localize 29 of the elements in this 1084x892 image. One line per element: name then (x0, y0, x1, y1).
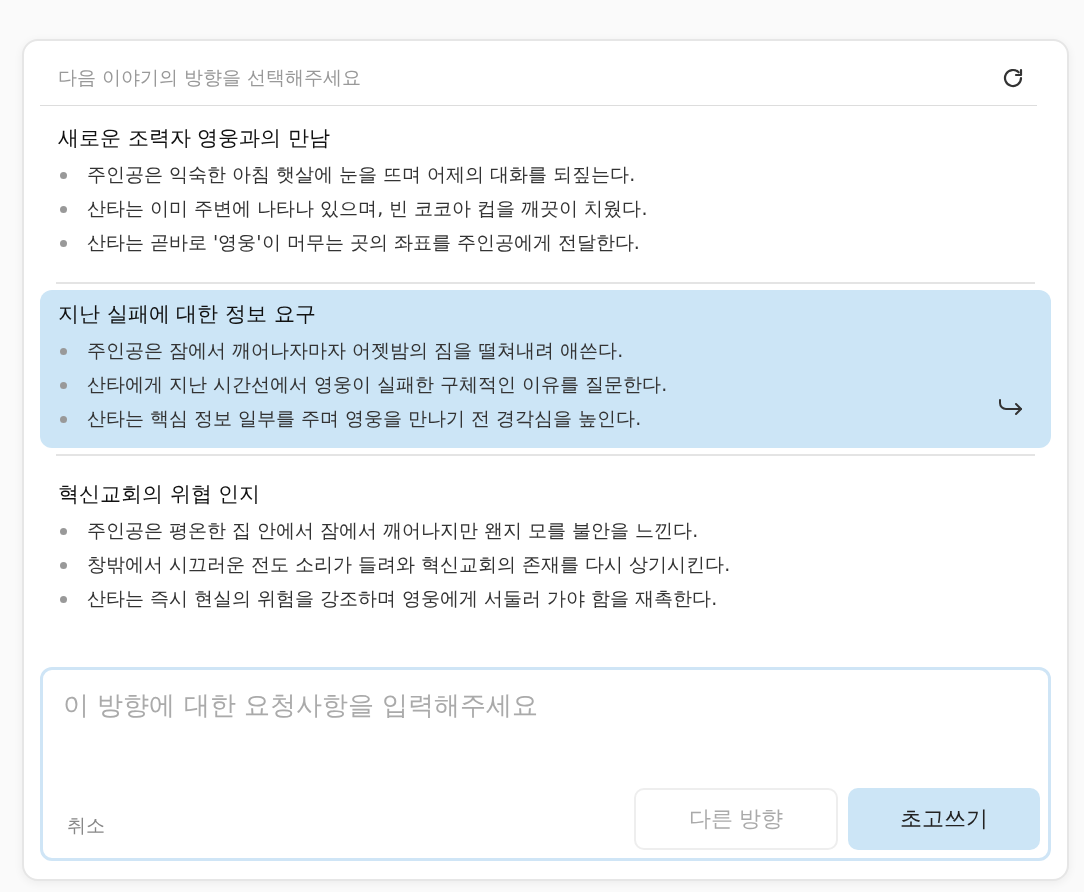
option-title: 지난 실패에 대한 정보 요구 (58, 301, 317, 328)
bullet-dot (60, 527, 67, 535)
bullet-text: 산타는 핵심 정보 일부를 주며 영웅을 만나기 전 경각심을 높인다. (87, 406, 642, 431)
bullet-text: 주인공은 평온한 집 안에서 잠에서 깨어나지만 왠지 모를 불안을 느낀다. (87, 518, 699, 543)
draft-button[interactable]: 초고쓰기 (848, 788, 1040, 850)
bullet-dot (60, 381, 67, 389)
bullet-dot (60, 205, 67, 213)
bullet-text: 산타는 이미 주변에 나타나 있으며, 빈 코코아 컵을 깨끗이 치웠다. (87, 196, 648, 221)
bullet-text: 주인공은 익숙한 아침 햇살에 눈을 뜨며 어제의 대화를 되짚는다. (87, 162, 636, 187)
direction-option[interactable]: 새로운 조력자 영웅과의 만남 주인공은 익숙한 아침 햇살에 눈을 뜨며 어제의 대화를 되짚는다. 산타는 이미 주변에 나타나 있으며, 빈 코코아 컵을 깨끗이 치웠다. 산타는 곧바로 '영웅'이 머무는 곳의 좌표를 주인공에게 전달한다. (40, 106, 1051, 276)
option-title: 새로운 조력자 영웅과의 만남 (58, 125, 332, 152)
bullet-dot (60, 415, 67, 423)
bullet-dot (60, 171, 67, 179)
refresh-icon[interactable] (1001, 66, 1025, 90)
bullet-dot (60, 561, 67, 569)
cancel-button[interactable]: 취소 (61, 799, 111, 839)
direction-option[interactable]: 지난 실패에 대한 정보 요구 주인공은 잠에서 깨어나자마자 어젯밤의 짐을 떨쳐내려 애쓴다. 산타에게 지난 시간선에서 영웅이 실패한 구체적인 이유를 질문한다. 산타는 핵심 정보 일부를 주며 영웅을 만나기 전 경각심을 높인다. (40, 290, 1051, 448)
dialog-title: 다음 이야기의 방향을 선택해주세요 (58, 65, 362, 90)
direction-option[interactable]: 혁신교회의 위협 인지 주인공은 평온한 집 안에서 잠에서 깨어나지만 왠지 모를 불안을 느낀다. 창밖에서 시끄러운 전도 소리가 들려와 혁신교회의 존재를 다시 상기시킨다. 산타는 즉시 현실의 위험을 강조하며 영웅에게 서둘러 가야 함을 재촉한다. (40, 462, 1051, 632)
bullet-text: 산타는 즉시 현실의 위험을 강조하며 영웅에게 서둘러 가야 함을 재촉한다. (87, 586, 718, 611)
bullet-text: 산타는 곧바로 '영웅'이 머무는 곳의 좌표를 주인공에게 전달한다. (87, 230, 640, 255)
bullet-dot (60, 347, 67, 355)
bullet-text: 창밖에서 시끄러운 전도 소리가 들려와 혁신교회의 존재를 다시 상기시킨다. (87, 552, 731, 577)
bullet-dot (60, 239, 67, 247)
return-arrow-icon[interactable] (997, 396, 1025, 418)
bullet-text: 산타에게 지난 시간선에서 영웅이 실패한 구체적인 이유를 질문한다. (87, 372, 668, 397)
bullet-text: 주인공은 잠에서 깨어나자마자 어젯밤의 짐을 떨쳐내려 애쓴다. (87, 338, 624, 363)
option-title: 혁신교회의 위협 인지 (58, 481, 262, 508)
bullet-dot (60, 595, 67, 603)
